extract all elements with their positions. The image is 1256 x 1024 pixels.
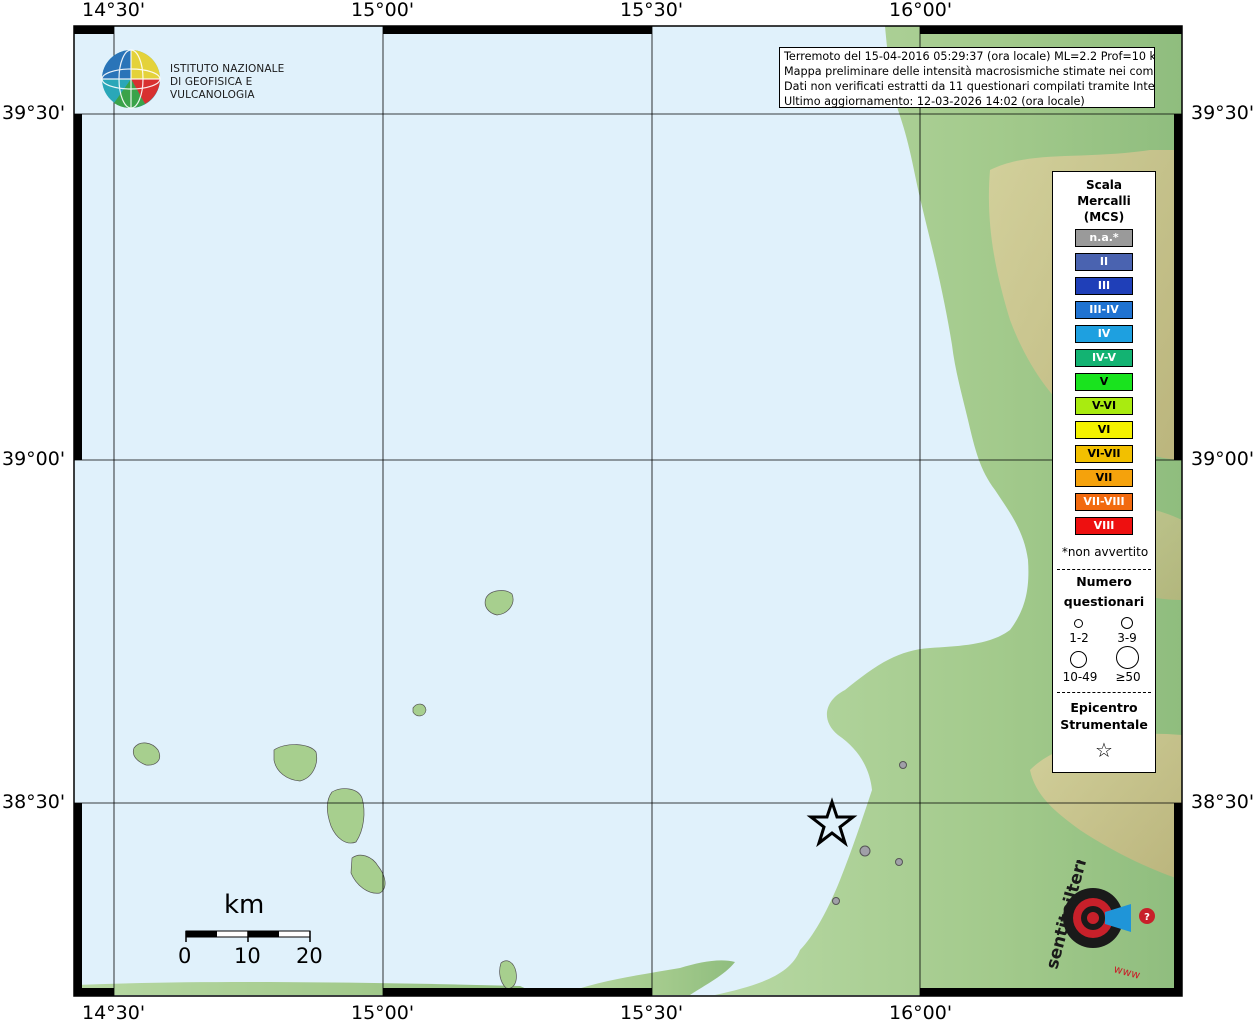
legend-title: Epicentro [1070, 700, 1138, 715]
scale-tick-label: 10 [234, 944, 261, 968]
questionnaire-point [895, 858, 903, 866]
legend-title: Scala [1085, 178, 1123, 192]
questionnaire-point [832, 897, 840, 905]
logo-text: ISTITUTO NAZIONALE DI GEOFISICA E VULCAN… [170, 63, 330, 102]
legend: Scala Mercalli (MCS) n.a.* II III III-IV IV I… [1052, 171, 1156, 773]
sentito-logo-graphic: ? sentitoilterremoto.it www [1043, 776, 1155, 982]
lat-label: 38°30' [1191, 791, 1255, 813]
intensity-swatch: IV [1075, 325, 1133, 343]
count-label: ≥50 [1115, 670, 1141, 684]
intensity-swatch: VII-VIII [1075, 493, 1133, 511]
event-info-box: Terremoto del 15-04-2016 05:29:37 (ora l… [779, 47, 1155, 108]
questionnaire-point [859, 845, 871, 857]
intensity-swatch: V-VI [1075, 397, 1133, 415]
scale-tick-label: 20 [296, 944, 323, 968]
info-line: Ultimo aggiornamento: 12-03-2026 14:02 (… [784, 95, 1085, 108]
logo-line: DI GEOFISICA E VULCANOLOGIA [170, 76, 255, 101]
intensity-swatch: III-IV [1075, 301, 1133, 319]
legend-divider [1057, 569, 1151, 570]
intensity-swatch: V [1075, 373, 1133, 391]
count-symbol-medium [1121, 617, 1133, 629]
island-panarea [412, 703, 427, 717]
lat-label: 39°30' [2, 102, 66, 124]
lon-label: 15°30' [620, 1002, 684, 1024]
lon-label: 15°00' [351, 0, 415, 21]
intensity-swatch: IV-V [1075, 349, 1133, 367]
scale-tick-label: 0 [178, 944, 192, 968]
lat-label: 39°30' [1191, 102, 1255, 124]
count-label: 3-9 [1117, 631, 1137, 645]
svg-text:?: ? [1144, 912, 1150, 923]
legend-divider [1057, 692, 1151, 693]
intensity-swatch: n.a.* [1075, 229, 1133, 247]
legend-title: (MCS) [1083, 210, 1125, 224]
lat-label: 39°00' [2, 448, 66, 470]
legend-title: questionari [1063, 594, 1145, 609]
ingv-logo: ISTITUTO NAZIONALE DI GEOFISICA E VULCAN… [100, 48, 330, 110]
lon-label: 14°30' [82, 1002, 146, 1024]
legend-title: Mercalli [1077, 194, 1131, 208]
lon-label: 16°00' [889, 0, 953, 21]
intensity-swatch: VIII [1075, 517, 1133, 535]
count-label: 10-49 [1062, 670, 1098, 684]
intensity-swatch: VII [1075, 469, 1133, 487]
lon-label: 14°30' [82, 0, 146, 21]
scale-unit: km [224, 890, 265, 920]
logo-line: ISTITUTO NAZIONALE [170, 63, 285, 75]
legend-title: Strumentale [1060, 717, 1148, 732]
questionnaire-point [899, 761, 907, 769]
info-line: Mappa preliminare delle intensità macros… [784, 65, 1155, 78]
count-label: 1-2 [1069, 631, 1089, 645]
intensity-swatch: VI-VII [1075, 445, 1133, 463]
count-symbol-small [1074, 619, 1083, 628]
sentito-url: www [1112, 962, 1141, 980]
lon-label: 15°00' [351, 1002, 415, 1024]
sentito-logo: ? sentitoilterremoto.it www [1035, 776, 1165, 982]
lon-label: 16°00' [889, 1002, 953, 1024]
count-symbol-xlarge [1116, 646, 1139, 669]
info-line: Dati non verificati estratti da 11 quest… [784, 80, 1155, 93]
info-line: Terremoto del 15-04-2016 05:29:37 (ora l… [784, 50, 1155, 63]
epicenter-legend-icon: ☆ [1095, 738, 1113, 762]
count-symbol-large [1070, 651, 1087, 668]
intensity-swatch: VI [1075, 421, 1133, 439]
lat-label: 39°00' [1191, 448, 1255, 470]
legend-title: Numero [1076, 574, 1132, 589]
legend-note: *non avvertito [1061, 545, 1149, 559]
scale-bar: km 0 10 20 [178, 888, 323, 968]
intensity-swatch: III [1075, 277, 1133, 295]
globe-icon [101, 49, 161, 109]
lat-label: 38°30' [2, 791, 66, 813]
intensity-swatch: II [1075, 253, 1133, 271]
lon-label: 15°30' [620, 0, 684, 21]
